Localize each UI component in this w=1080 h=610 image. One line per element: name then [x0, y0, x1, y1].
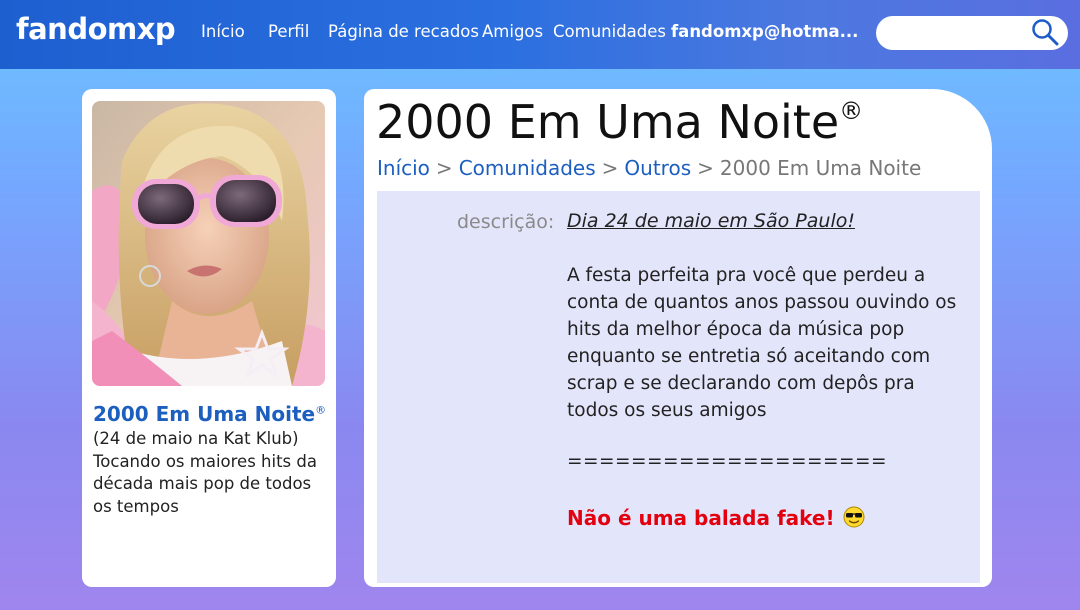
- sunglasses-smiley-icon: [843, 506, 865, 528]
- description-body: A festa perfeita pra você que perdeu a c…: [567, 265, 957, 421]
- breadcrumb-comunidades[interactable]: Comunidades: [459, 156, 596, 180]
- nav-inicio[interactable]: Início: [201, 22, 245, 41]
- nav-recados[interactable]: Página de recados: [328, 22, 479, 41]
- community-short-description: (24 de maio na Kat Klub) Tocando os maio…: [93, 428, 331, 518]
- nav-perfil[interactable]: Perfil: [268, 22, 309, 41]
- breadcrumb-outros[interactable]: Outros: [624, 156, 691, 180]
- breadcrumb-separator: >: [435, 156, 453, 180]
- description-headline: Dia 24 de maio em São Paulo!: [567, 210, 855, 232]
- search-icon[interactable]: [1031, 18, 1059, 46]
- description-label: descrição:: [457, 211, 555, 233]
- community-main-panel: 2000 Em Uma Noite® Início > Comunidades > Ou…: [364, 89, 992, 587]
- registered-mark: ®: [315, 403, 327, 417]
- breadcrumb: Início > Comunidades > Outros >2000 Em Uma No…: [377, 156, 921, 180]
- community-tagline: Tocando os maiores hits da década mais p…: [93, 451, 317, 516]
- nav-comunidades[interactable]: Comunidades: [553, 22, 666, 41]
- breadcrumb-separator: >: [697, 156, 714, 180]
- community-photo[interactable]: [92, 101, 325, 386]
- breadcrumb-inicio[interactable]: Início: [377, 156, 430, 180]
- search-input[interactable]: [890, 22, 1024, 46]
- breadcrumb-separator: >: [601, 156, 619, 180]
- community-name[interactable]: 2000 Em Uma Noite®: [93, 402, 326, 426]
- description-box: descrição: Dia 24 de maio em São Paulo! …: [377, 191, 980, 583]
- nav-amigos[interactable]: Amigos: [482, 22, 543, 41]
- top-bar: fandomxp Início Perfil Página de recados…: [0, 0, 1080, 69]
- breadcrumb-current: 2000 Em Uma Noite: [719, 156, 922, 180]
- logo[interactable]: fandomxp: [16, 12, 176, 46]
- registered-mark: ®: [839, 97, 864, 125]
- page-title: 2000 Em Uma Noite®: [376, 95, 864, 149]
- description-separator: ====================: [567, 451, 888, 472]
- community-subtitle: (24 de maio na Kat Klub): [93, 429, 299, 448]
- community-card: 2000 Em Uma Noite® (24 de maio na Kat Kl…: [82, 89, 336, 587]
- user-email[interactable]: fandomxp@hotma...: [671, 22, 858, 41]
- description-highlight: Não é uma balada fake!: [567, 506, 865, 530]
